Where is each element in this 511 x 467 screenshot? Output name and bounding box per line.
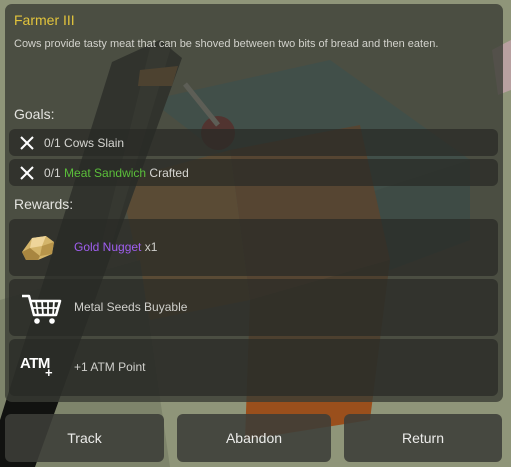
abandon-button[interactable]: Abandon — [177, 414, 331, 462]
goal-text: 0/1 Cows Slain — [44, 136, 124, 150]
goal-progress: 0/1 — [44, 166, 61, 180]
goal-row: 0/1 Cows Slain — [9, 129, 498, 156]
reward-row: Metal Seeds Buyable — [9, 279, 498, 336]
close-icon — [20, 166, 34, 180]
quest-title: Farmer III — [14, 12, 75, 28]
goal-description: Cows Slain — [64, 136, 125, 150]
shopping-cart-icon — [22, 294, 62, 324]
quest-description: Cows provide tasty meat that can be shov… — [14, 38, 439, 50]
goals-label: Goals: — [14, 106, 55, 122]
rewards-label: Rewards: — [14, 196, 74, 212]
goal-highlight-item: Meat Sandwich — [64, 166, 147, 180]
goal-row: 0/1 Meat Sandwich Crafted — [9, 159, 498, 186]
reward-item-quantity: x1 — [144, 240, 158, 254]
goal-description: Crafted — [149, 166, 189, 180]
reward-item-name: Gold Nugget — [74, 240, 142, 254]
gold-nugget-icon — [22, 236, 54, 260]
quest-panel: Farmer III Cows provide tasty meat that … — [5, 4, 503, 402]
reward-row: ATM + +1 ATM Point — [9, 339, 498, 396]
goal-progress: 0/1 — [44, 136, 61, 150]
reward-row: Gold Nugget x1 — [9, 219, 498, 276]
close-icon — [20, 136, 34, 150]
track-button[interactable]: Track — [5, 414, 164, 462]
reward-text: +1 ATM Point — [74, 360, 146, 374]
return-button[interactable]: Return — [344, 414, 502, 462]
reward-text: Metal Seeds Buyable — [74, 300, 188, 314]
atm-icon-plus: + — [45, 365, 53, 380]
goal-text: 0/1 Meat Sandwich Crafted — [44, 166, 189, 180]
reward-text: Gold Nugget x1 — [74, 240, 157, 254]
